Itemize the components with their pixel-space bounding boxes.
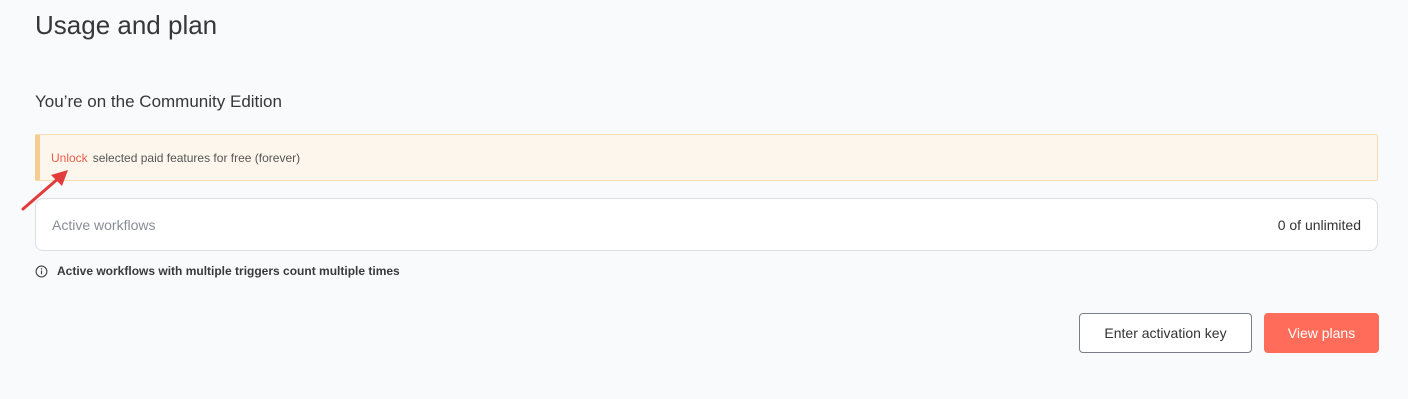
unlock-callout-text: selected paid features for free (forever… [92, 150, 301, 165]
active-workflows-value: 0 of unlimited [1277, 216, 1361, 233]
info-icon [35, 265, 48, 277]
page-title: Usage and plan [35, 10, 218, 40]
enter-activation-key-button[interactable]: Enter activation key [1079, 313, 1252, 353]
unlock-callout: Unlock selected paid features for free (… [35, 134, 1378, 181]
info-note: Active workflows with multiple triggers … [35, 264, 400, 278]
unlock-link[interactable]: Unlock [51, 151, 88, 165]
edition-title: You’re on the Community Edition [35, 92, 282, 111]
info-note-text: Active workflows with multiple triggers … [57, 264, 400, 278]
active-workflows-card: Active workflows 0 of unlimited [35, 198, 1378, 251]
view-plans-button[interactable]: View plans [1264, 313, 1379, 353]
active-workflows-label: Active workflows [52, 216, 156, 233]
